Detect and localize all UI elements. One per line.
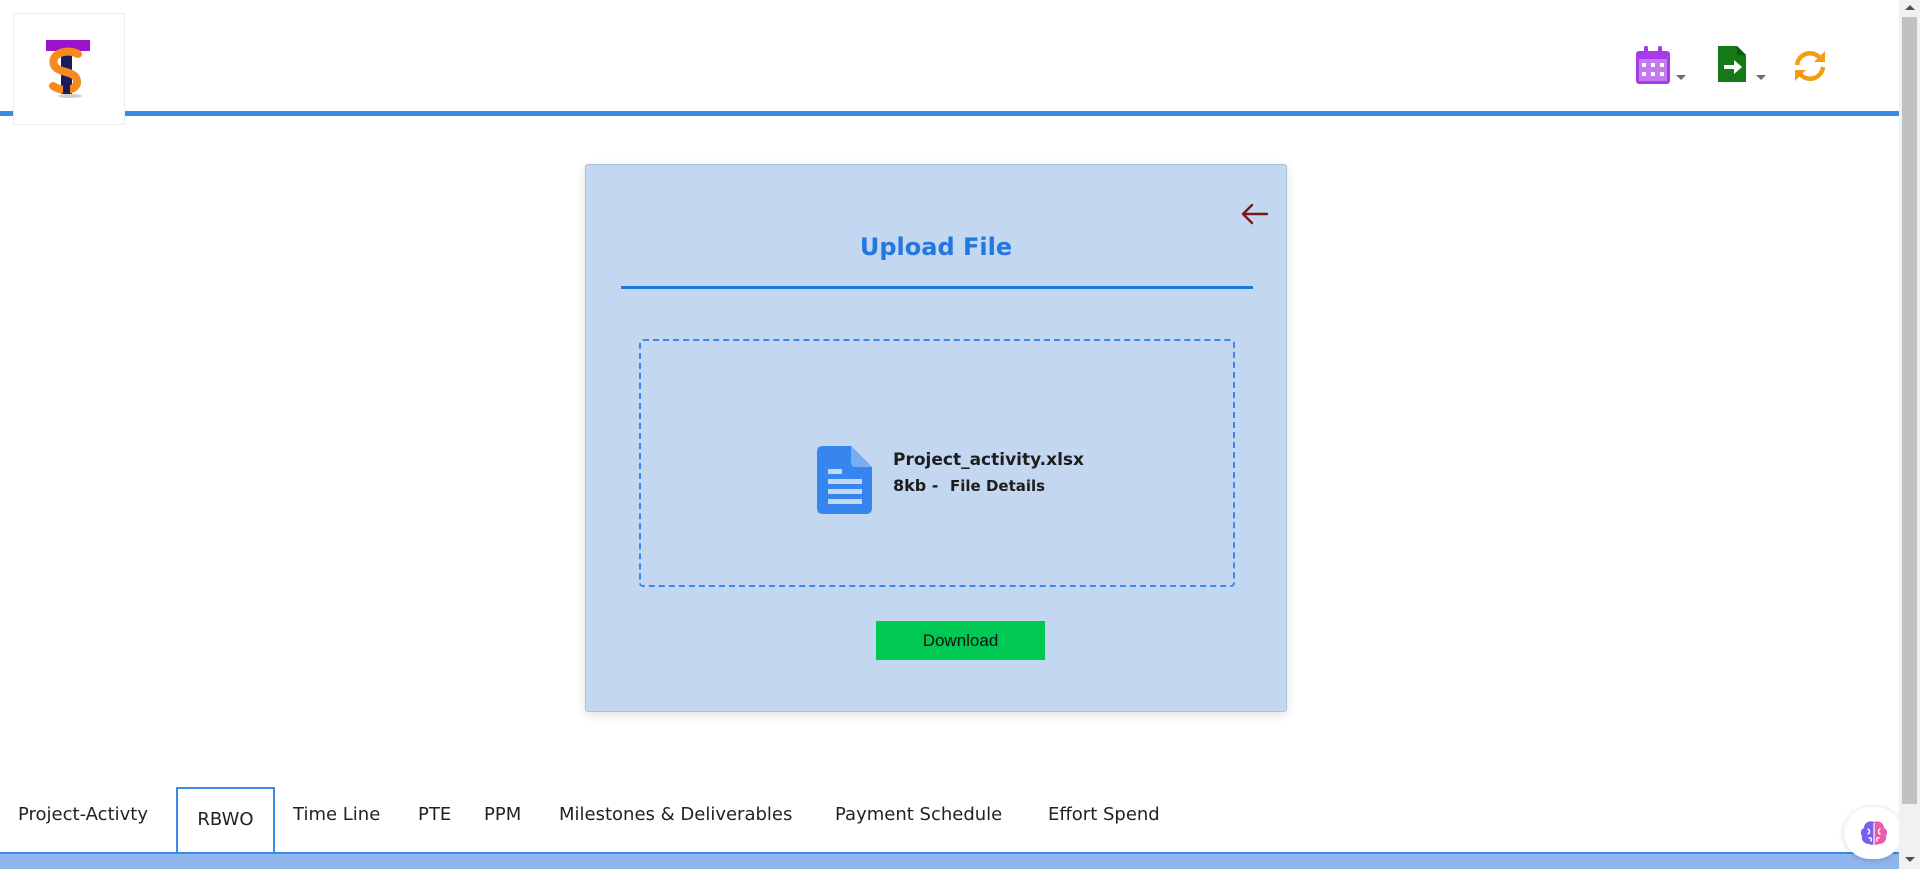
ts-logo-icon xyxy=(46,40,90,98)
header-divider xyxy=(0,111,1899,116)
tab-rbwo[interactable]: RBWO xyxy=(176,787,275,855)
tab-ppm[interactable]: PPM xyxy=(484,786,521,852)
file-name: Project_activity.xlsx xyxy=(893,450,1084,470)
file-export-icon xyxy=(1718,46,1746,82)
scroll-thumb[interactable] xyxy=(1902,17,1917,804)
arrow-left-icon xyxy=(1241,203,1269,225)
assistant-button[interactable] xyxy=(1844,807,1902,859)
back-button[interactable] xyxy=(1241,203,1269,229)
file-export-chevron-down-icon xyxy=(1756,75,1766,80)
file-info: Project_activity.xlsx 8kb - File Details xyxy=(893,448,1084,499)
file-export-menu[interactable] xyxy=(1716,44,1766,88)
refresh-button[interactable] xyxy=(1792,48,1828,88)
tab-effort-spend[interactable]: Effort Spend xyxy=(1048,786,1160,852)
tab-pte[interactable]: PTE xyxy=(418,786,451,852)
tab-project-activity[interactable]: Project-Activty xyxy=(18,786,148,852)
upload-file-card: Upload File Project_activity.xlsx 8kb - … xyxy=(585,164,1287,712)
calendar-icon xyxy=(1636,46,1670,84)
calendar-menu[interactable] xyxy=(1634,44,1686,90)
refresh-icon xyxy=(1794,50,1826,82)
tab-time-line[interactable]: Time Line xyxy=(293,786,380,852)
page: Upload File Project_activity.xlsx 8kb - … xyxy=(0,0,1920,869)
scroll-up-icon[interactable] xyxy=(1905,5,1915,10)
upload-title: Upload File xyxy=(859,233,1013,261)
title-underline xyxy=(621,286,1253,289)
file-dropzone[interactable]: Project_activity.xlsx 8kb - File Details xyxy=(639,339,1235,587)
calendar-chevron-down-icon xyxy=(1676,75,1686,80)
brain-icon xyxy=(1860,821,1888,845)
file-size: 8kb - xyxy=(893,476,939,495)
file-details-link[interactable]: File Details xyxy=(950,477,1045,495)
download-button[interactable]: Download xyxy=(876,621,1045,660)
tab-payment-schedule[interactable]: Payment Schedule xyxy=(835,786,1002,852)
file-meta: 8kb - File Details xyxy=(893,473,1084,499)
tab-milestones-deliverables[interactable]: Milestones & Deliverables xyxy=(559,786,792,852)
scroll-down-icon[interactable] xyxy=(1905,857,1915,862)
bottom-tab-bar: Project-Activty RBWO Time Line PTE PPM M… xyxy=(0,786,1899,855)
app-logo[interactable] xyxy=(13,13,125,125)
document-icon xyxy=(817,446,872,514)
tab-content-strip xyxy=(0,852,1899,869)
vertical-scrollbar[interactable] xyxy=(1899,0,1920,869)
